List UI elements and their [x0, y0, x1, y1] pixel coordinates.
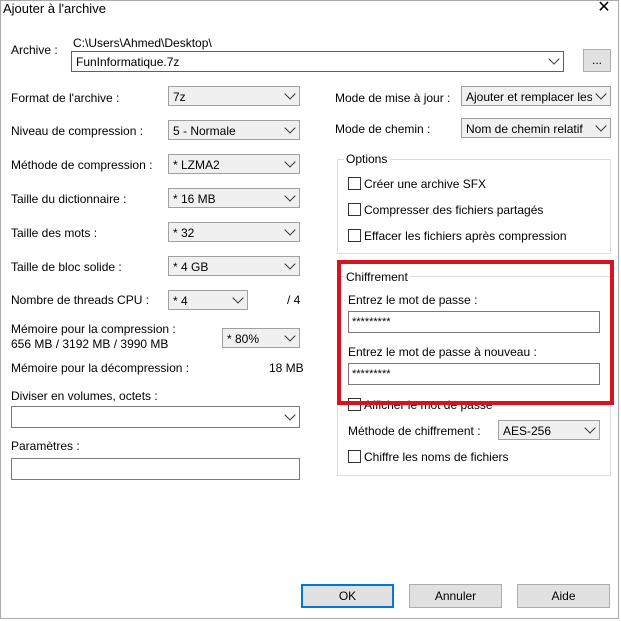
- chevron-down-icon: [232, 292, 244, 304]
- chevron-down-icon: [284, 122, 296, 134]
- word-select[interactable]: * 32: [168, 222, 300, 242]
- highlight-box: [337, 260, 614, 405]
- chevron-down-icon[interactable]: [548, 53, 560, 65]
- path-mode-label: Mode de chemin :: [335, 122, 431, 136]
- method-label: Méthode de compression :: [11, 158, 153, 172]
- encrypt-names-checkbox[interactable]: [348, 450, 361, 463]
- mem-comp-label: Mémoire pour la compression :: [11, 322, 176, 336]
- split-label: Diviser en volumes, octets :: [11, 389, 158, 403]
- mem-comp-detail: 656 MB / 3192 MB / 3990 MB: [11, 337, 169, 351]
- format-select[interactable]: 7z: [168, 86, 300, 106]
- chevron-down-icon: [284, 258, 296, 270]
- shared-label: Compresser des fichiers partagés: [364, 203, 544, 217]
- split-combo[interactable]: [11, 406, 300, 428]
- params-label: Paramètres :: [11, 439, 80, 453]
- threads-label: Nombre de threads CPU :: [11, 293, 150, 307]
- browse-button[interactable]: ...: [583, 49, 611, 72]
- enc-method-value: AES-256: [503, 424, 552, 438]
- chevron-down-icon: [284, 190, 296, 202]
- help-button[interactable]: Aide: [517, 584, 610, 608]
- chevron-down-icon: [284, 330, 296, 342]
- archive-filename: FunInformatique.7z: [76, 55, 180, 69]
- chevron-down-icon: [595, 88, 607, 100]
- word-label: Taille des mots :: [11, 226, 98, 240]
- format-value: 7z: [173, 90, 186, 104]
- mem-decomp-label: Mémoire pour la décompression :: [11, 361, 190, 375]
- update-mode-label: Mode de mise à jour :: [335, 91, 451, 105]
- level-value: 5 - Normale: [173, 124, 236, 138]
- level-select[interactable]: 5 - Normale: [168, 120, 300, 140]
- chevron-down-icon: [284, 88, 296, 100]
- encrypt-names-label: Chiffre les noms de fichiers: [364, 450, 509, 464]
- path-mode-select[interactable]: Nom de chemin relatif: [461, 118, 611, 138]
- sfx-checkbox[interactable]: [348, 177, 361, 190]
- delete-checkbox[interactable]: [348, 229, 361, 242]
- dict-value: * 16 MB: [173, 192, 216, 206]
- mem-comp-select[interactable]: * 80%: [222, 328, 300, 348]
- format-label: Format de l'archive :: [11, 91, 120, 105]
- dict-select[interactable]: * 16 MB: [168, 188, 300, 208]
- word-value: * 32: [173, 226, 195, 240]
- ok-button[interactable]: OK: [301, 584, 394, 608]
- delete-label: Effacer les fichiers après compression: [364, 229, 567, 243]
- enc-method-select[interactable]: AES-256: [498, 420, 600, 440]
- solid-value: * 4 GB: [173, 260, 209, 274]
- window-title: Ajouter à l'archive: [3, 1, 106, 16]
- enc-method-label: Méthode de chiffrement :: [348, 424, 481, 438]
- archive-filename-combo[interactable]: FunInformatique.7z: [71, 51, 564, 72]
- threads-max: / 4: [287, 293, 301, 307]
- chevron-down-icon: [284, 156, 296, 168]
- archive-path: C:\Users\Ahmed\Desktop\: [73, 36, 212, 50]
- close-icon[interactable]: ✕: [596, 0, 612, 17]
- chevron-down-icon: [284, 224, 296, 236]
- chevron-down-icon: [584, 422, 596, 434]
- level-label: Niveau de compression :: [11, 124, 144, 138]
- dialog-window: Ajouter à l'archive ✕ Archive : C:\Users…: [0, 0, 619, 619]
- threads-value: * 4: [173, 294, 188, 308]
- options-title: Options: [344, 152, 390, 166]
- method-select[interactable]: * LZMA2: [168, 154, 300, 174]
- shared-checkbox[interactable]: [348, 203, 361, 216]
- cancel-button[interactable]: Annuler: [409, 584, 502, 608]
- params-input[interactable]: [11, 458, 300, 480]
- solid-select[interactable]: * 4 GB: [168, 256, 300, 276]
- method-value: * LZMA2: [173, 158, 220, 172]
- title-bar: Ajouter à l'archive ✕: [1, 0, 618, 17]
- update-mode-value: Ajouter et remplacer les fichiers: [466, 90, 592, 104]
- mem-decomp-value: 18 MB: [269, 361, 304, 375]
- dict-label: Taille du dictionnaire :: [11, 192, 127, 206]
- update-mode-select[interactable]: Ajouter et remplacer les fichiers: [461, 86, 611, 106]
- chevron-down-icon: [595, 120, 607, 132]
- solid-label: Taille de bloc solide :: [11, 260, 122, 274]
- threads-select[interactable]: * 4: [168, 290, 248, 310]
- mem-comp-value: * 80%: [227, 332, 260, 346]
- archive-label: Archive :: [11, 43, 58, 57]
- sfx-label: Créer une archive SFX: [364, 177, 487, 191]
- chevron-down-icon[interactable]: [284, 409, 296, 421]
- path-mode-value: Nom de chemin relatif: [466, 122, 583, 136]
